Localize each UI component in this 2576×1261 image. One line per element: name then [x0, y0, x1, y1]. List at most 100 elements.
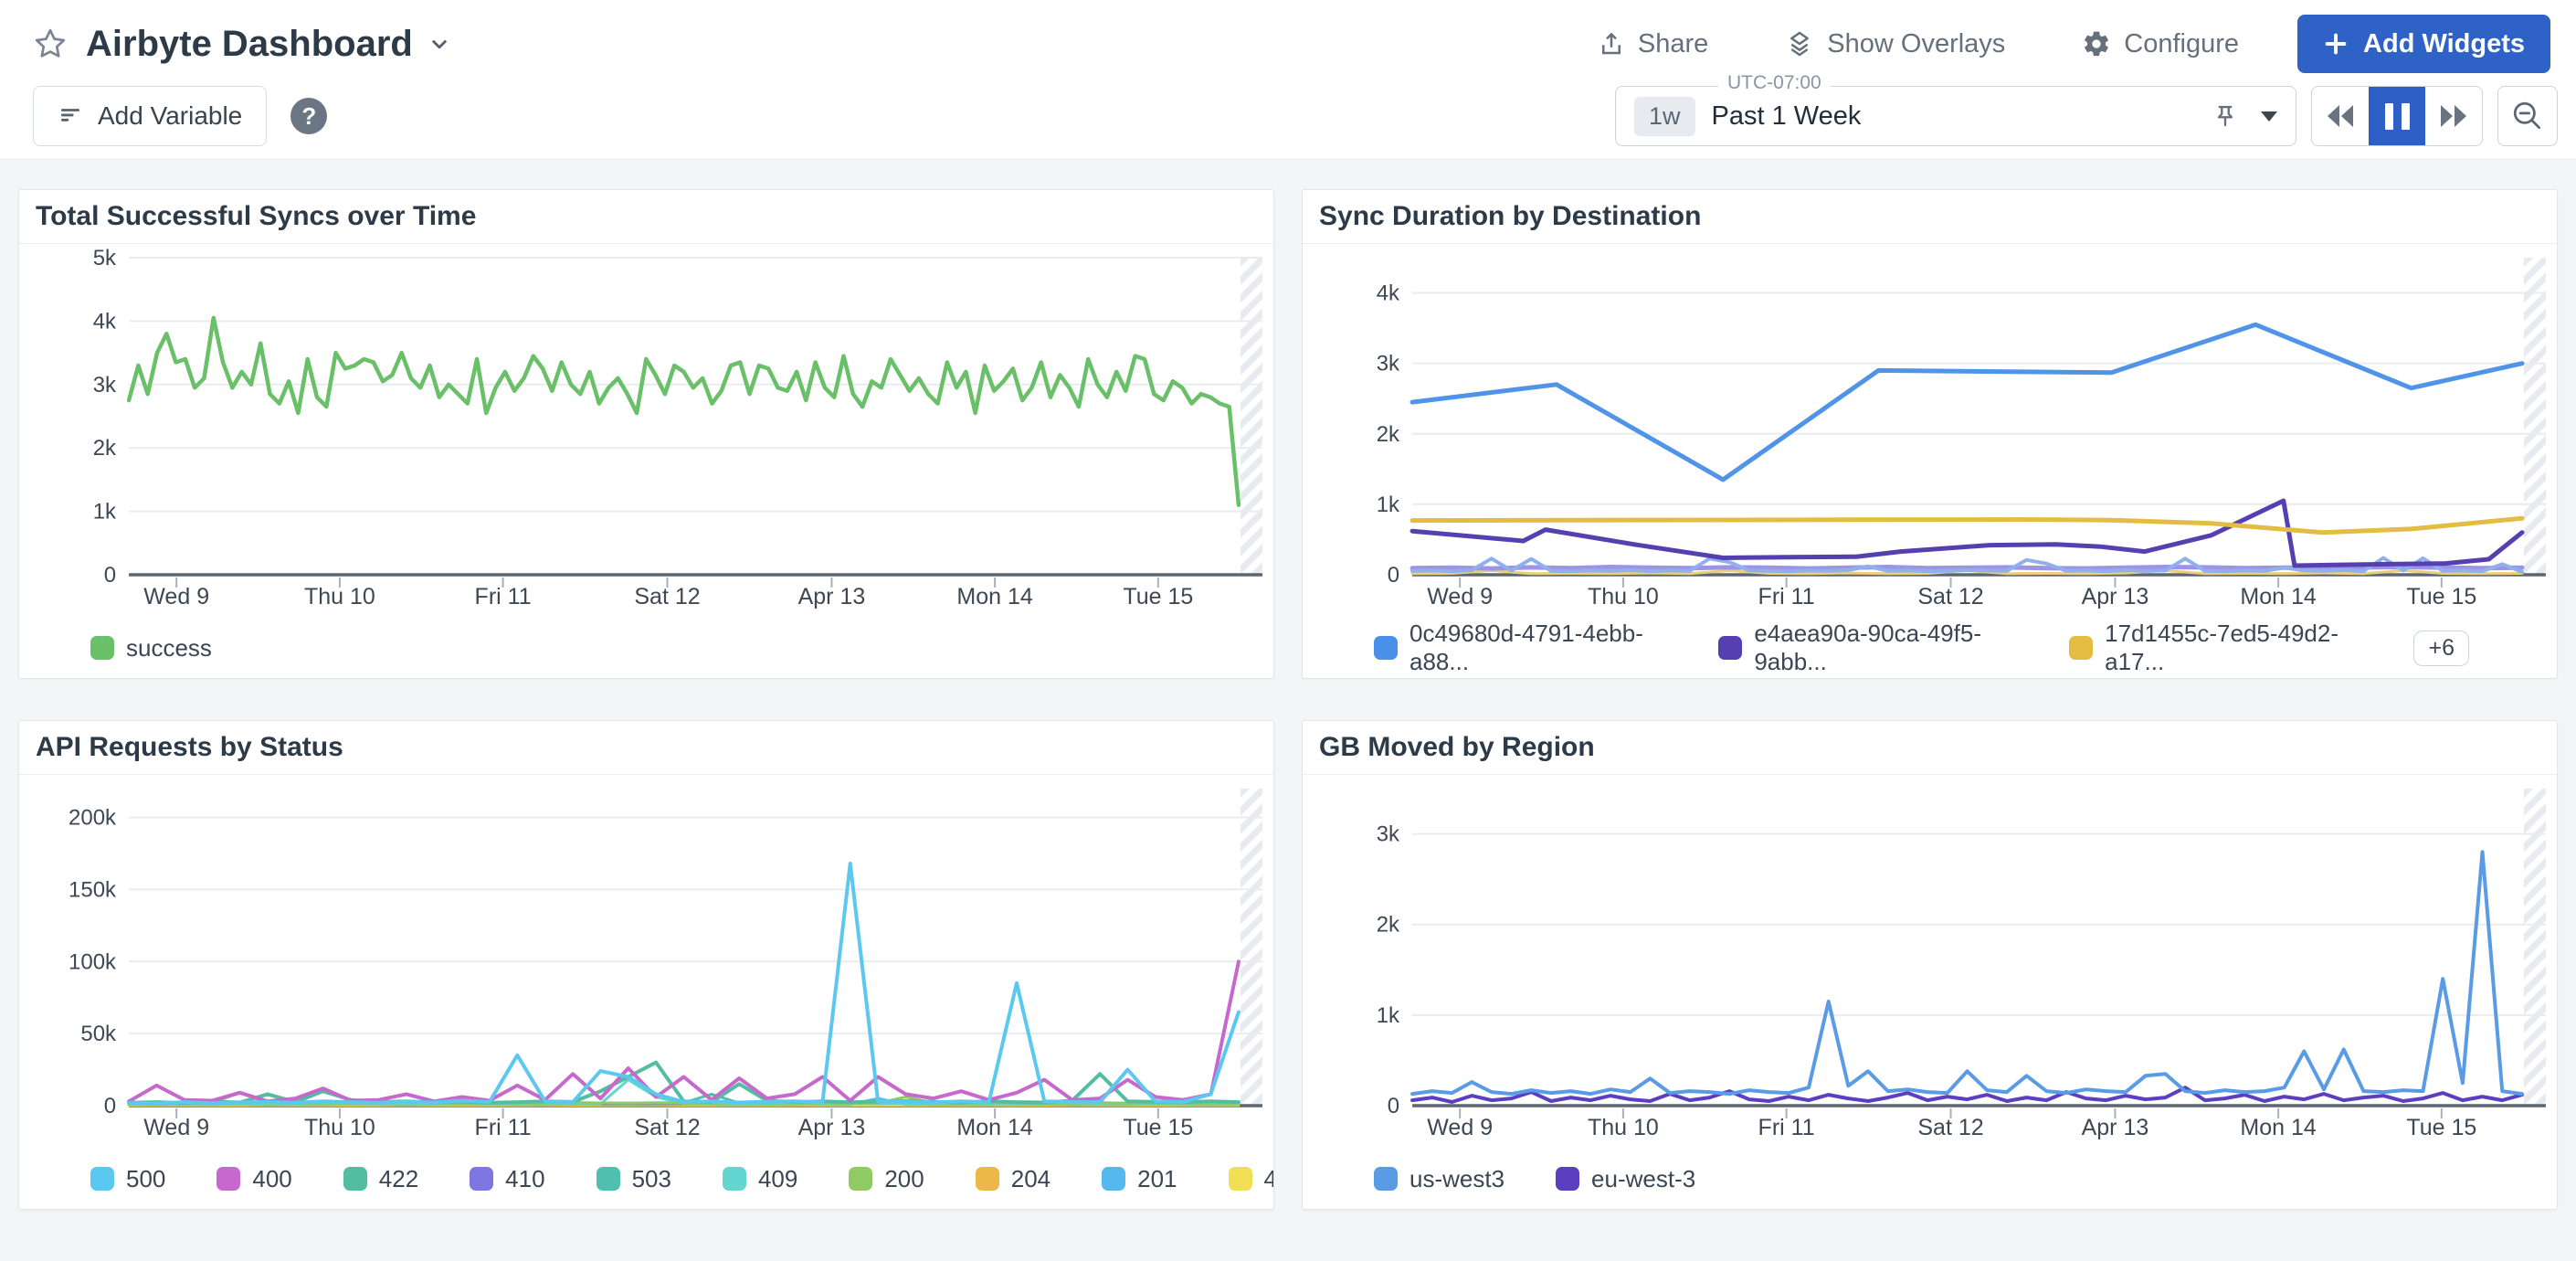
svg-text:2k: 2k	[1377, 913, 1400, 938]
chevron-down-icon[interactable]	[426, 30, 453, 58]
add-widgets-button[interactable]: Add Widgets	[2297, 15, 2550, 73]
chart-legend: us-west3 eu-west-3	[1303, 1144, 2557, 1208]
time-shortcut-pill[interactable]: 1w	[1634, 97, 1695, 136]
legend-item[interactable]: e4aea90a-90ca-49f5-9abb...	[1718, 620, 2018, 676]
timezone-label: UTC-07:00	[1718, 72, 1831, 94]
legend-item[interactable]: 500	[90, 1165, 165, 1193]
help-icon[interactable]: ?	[290, 98, 327, 134]
svg-text:Wed 9: Wed 9	[1427, 584, 1493, 609]
legend-item[interactable]: 410	[470, 1165, 544, 1193]
legend-label: success	[126, 634, 212, 662]
svg-text:Tue 15: Tue 15	[1123, 584, 1193, 609]
filter-icon	[58, 104, 83, 128]
legend-label: 409	[758, 1165, 797, 1193]
legend-label: 500	[126, 1165, 165, 1193]
gear-icon	[2082, 29, 2111, 58]
legend-label: 410	[505, 1165, 544, 1193]
svg-text:0: 0	[104, 563, 116, 588]
chart-legend: 0c49680d-4791-4ebb-a88... e4aea90a-90ca-4…	[1303, 613, 2557, 677]
svg-text:Thu 10: Thu 10	[1588, 1115, 1659, 1140]
add-variable-label: Add Variable	[98, 101, 242, 131]
legend-item[interactable]: 0c49680d-4791-4ebb-a88...	[1374, 620, 1667, 676]
plus-icon	[2323, 31, 2349, 57]
legend-color-chip	[90, 1167, 114, 1191]
svg-text:Sat 12: Sat 12	[634, 584, 700, 609]
step-back-button[interactable]	[2312, 87, 2369, 145]
legend-item[interactable]: 200	[849, 1165, 924, 1193]
add-variable-button[interactable]: Add Variable	[33, 86, 267, 146]
legend-label: eu-west-3	[1591, 1165, 1695, 1193]
dashboard-header: Airbyte Dashboard Share Show Overlays Co…	[0, 0, 2576, 160]
legend-label: 503	[632, 1165, 671, 1193]
svg-text:1k: 1k	[93, 500, 117, 525]
svg-text:Thu 10: Thu 10	[304, 1115, 375, 1140]
legend-color-chip	[723, 1167, 746, 1191]
legend-label: e4aea90a-90ca-49f5-9abb...	[1754, 620, 2018, 676]
zoom-out-button[interactable]	[2497, 86, 2558, 146]
svg-text:2k: 2k	[1377, 422, 1400, 447]
legend-item[interactable]: 17d1455c-7ed5-49d2-a17...	[2069, 620, 2362, 676]
svg-text:50k: 50k	[80, 1022, 117, 1046]
svg-text:Fri 11: Fri 11	[475, 584, 532, 609]
time-range-picker[interactable]: UTC-07:00 1w Past 1 Week	[1615, 86, 2296, 146]
legend-item[interactable]: eu-west-3	[1556, 1165, 1695, 1193]
legend-item[interactable]: 204	[976, 1165, 1050, 1193]
configure-button[interactable]: Configure	[2082, 29, 2239, 59]
step-forward-button[interactable]	[2425, 87, 2482, 145]
legend-color-chip	[216, 1167, 240, 1191]
time-step-buttons	[2311, 86, 2483, 146]
pin-icon[interactable]	[2212, 101, 2239, 131]
legend-item[interactable]: 409	[723, 1165, 797, 1193]
legend-color-chip	[596, 1167, 620, 1191]
svg-text:Fri 11: Fri 11	[1758, 1115, 1815, 1140]
toolbar-row: Add Variable ? UTC-07:00 1w Past 1 Week	[0, 86, 2576, 146]
svg-text:Thu 10: Thu 10	[1588, 584, 1659, 609]
svg-text:1k: 1k	[1377, 493, 1400, 517]
widget-grid: Total Successful Syncs over Time 0 1k 2k 3k…	[0, 160, 2576, 1210]
chart-canvas-syncs[interactable]: 01k2k3k4k5kWed 9Thu 10Fri 11Sat 12Apr 13…	[19, 244, 1273, 613]
page-title: Airbyte Dashboard	[86, 24, 413, 65]
svg-text:Mon 14: Mon 14	[956, 584, 1033, 609]
legend-item[interactable]: success	[90, 634, 212, 662]
svg-text:Sat 12: Sat 12	[1917, 1115, 1983, 1140]
chart-legend: 500400422410503409200204201403+4	[19, 1144, 1273, 1208]
legend-more-badge[interactable]: +6	[2413, 630, 2469, 666]
svg-text:1k: 1k	[1377, 1003, 1400, 1028]
legend-item[interactable]: 201	[1102, 1165, 1177, 1193]
svg-text:Fri 11: Fri 11	[1758, 584, 1815, 609]
widget-title: API Requests by Status	[19, 721, 1273, 775]
share-icon	[1598, 29, 1625, 58]
svg-text:Mon 14: Mon 14	[956, 1115, 1033, 1140]
legend-item[interactable]: 503	[596, 1165, 671, 1193]
chart-canvas-gb-moved[interactable]: 01k2k3kWed 9Thu 10Fri 11Sat 12Apr 13Mon …	[1303, 775, 2557, 1144]
svg-text:Apr 13: Apr 13	[798, 1115, 866, 1140]
svg-text:Sat 12: Sat 12	[1917, 584, 1983, 609]
svg-text:200k: 200k	[69, 806, 117, 831]
legend-color-chip	[1556, 1167, 1579, 1191]
pause-icon	[2385, 103, 2410, 130]
pause-button[interactable]	[2369, 87, 2425, 145]
share-button[interactable]: Share	[1598, 29, 1708, 59]
chart-canvas-sync-duration[interactable]: 01k2k3k4kWed 9Thu 10Fri 11Sat 12Apr 13Mo…	[1303, 244, 2557, 613]
caret-down-icon[interactable]	[2261, 111, 2277, 122]
svg-text:3k: 3k	[1377, 352, 1400, 376]
svg-text:150k: 150k	[69, 877, 117, 902]
widget-sync-duration-by-destination: Sync Duration by Destination 01k2k3k4kWe…	[1302, 189, 2558, 679]
legend-item[interactable]: us-west3	[1374, 1165, 1504, 1193]
svg-text:5k: 5k	[93, 246, 117, 270]
fast-forward-icon	[2439, 103, 2468, 129]
svg-text:Tue 15: Tue 15	[2406, 1115, 2476, 1140]
svg-text:2k: 2k	[93, 436, 117, 461]
chart-canvas-api-requests[interactable]: 050k100k150k200kWed 9Thu 10Fri 11Sat 12A…	[19, 775, 1273, 1144]
show-overlays-button[interactable]: Show Overlays	[1785, 28, 2005, 59]
widget-title: Total Successful Syncs over Time	[19, 190, 1273, 244]
star-icon[interactable]	[33, 26, 68, 61]
widget-title: GB Moved by Region	[1303, 721, 2557, 775]
svg-text:4k: 4k	[93, 309, 117, 334]
legend-item[interactable]: 403	[1229, 1165, 1274, 1193]
legend-item[interactable]: 422	[343, 1165, 418, 1193]
svg-text:3k: 3k	[1377, 822, 1400, 847]
widget-api-requests-by-status: API Requests by Status 050k100k150k200kW…	[18, 720, 1274, 1210]
widget-title: Sync Duration by Destination	[1303, 190, 2557, 244]
legend-item[interactable]: 400	[216, 1165, 291, 1193]
